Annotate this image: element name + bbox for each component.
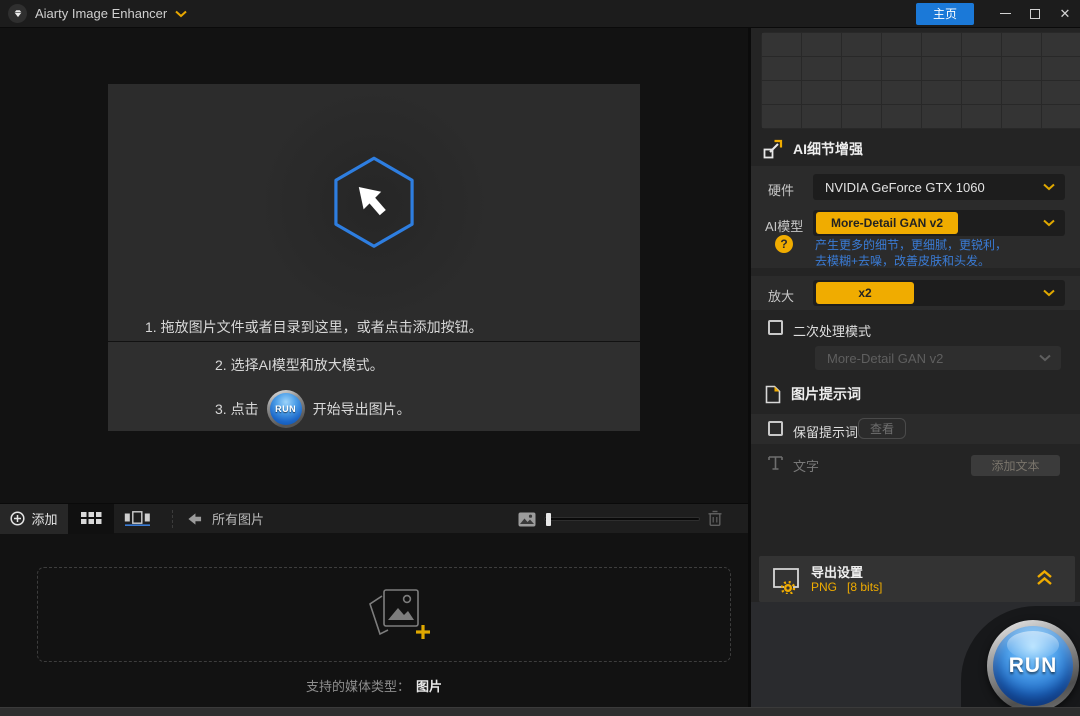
- instruction-step-3-prefix: 3. 点击: [215, 401, 259, 417]
- model-description-line1: 产生更多的细节，更细腻，更锐利，: [815, 238, 1008, 252]
- hardware-value: NVIDIA GeForce GTX 1060: [825, 179, 985, 195]
- supported-media-text: 支持的媒体类型： 图片: [0, 676, 748, 695]
- model-description-line2: 去模糊+去噪，改善皮肤和头发。: [815, 254, 991, 268]
- add-button-label: 添加: [31, 512, 58, 527]
- help-icon[interactable]: ?: [775, 235, 793, 253]
- drop-target-panel[interactable]: 1. 拖放图片文件或者目录到这里，或者点击添加按钮。: [108, 84, 640, 341]
- export-settings-block[interactable]: 导出设置 PNG [8 bits]: [759, 556, 1075, 602]
- keep-prompt-checkbox[interactable]: [768, 421, 783, 436]
- secondary-model-value: More-Detail GAN v2: [827, 350, 944, 366]
- view-prompt-button[interactable]: 查看: [858, 418, 906, 439]
- minimize-button[interactable]: [990, 1, 1020, 27]
- drop-hexagon-icon: [326, 146, 422, 260]
- delete-trash-icon[interactable]: [707, 509, 723, 532]
- chevron-down-icon: [1039, 354, 1051, 362]
- run-button[interactable]: RUN: [987, 620, 1079, 712]
- toolbar-divider: [172, 509, 173, 528]
- supported-media-label: 支持的媒体类型：: [305, 679, 410, 694]
- scale-dropdown[interactable]: x2: [813, 280, 1065, 306]
- slider-thumb[interactable]: [546, 513, 551, 526]
- gallery-toolbar: 添加 所有图片: [0, 503, 748, 534]
- ai-model-label: AI模型: [765, 219, 804, 234]
- chevron-down-icon: [1043, 289, 1055, 297]
- text-tool-icon: [768, 456, 783, 470]
- instruction-step-1: 1. 拖放图片文件或者目录到这里，或者点击添加按钮。: [145, 319, 483, 335]
- text-label: 文字: [793, 459, 820, 474]
- window-bottom-strip: [0, 707, 1080, 716]
- ai-model-dropdown[interactable]: More-Detail GAN v2: [813, 210, 1065, 236]
- hardware-label: 硬件: [768, 183, 795, 198]
- keep-prompt-label: 保留提示词: [793, 425, 859, 440]
- run-button-label: RUN: [1008, 654, 1058, 677]
- app-title: Aiarty Image Enhancer: [35, 6, 168, 21]
- export-format-text: PNG [8 bits]: [811, 580, 882, 594]
- secondary-model-dropdown[interactable]: More-Detail GAN v2: [815, 346, 1061, 370]
- import-drop-zone[interactable]: [37, 567, 731, 662]
- export-settings-icon: [773, 568, 799, 594]
- hardware-dropdown[interactable]: NVIDIA GeForce GTX 1060: [813, 174, 1065, 200]
- scale-value: x2: [816, 282, 914, 304]
- settings-panel: AI细节增强 硬件 NVIDIA GeForce GTX 1060 AI模型 M…: [748, 28, 1080, 716]
- home-button[interactable]: 主页: [916, 2, 974, 25]
- thumbnail-size-control: [518, 504, 700, 534]
- export-settings-title: 导出设置: [811, 565, 864, 580]
- instruction-step-3: 3. 点击 RUN 开始导出图片。: [215, 388, 411, 430]
- prompt-section-title: 图片提示词: [791, 386, 861, 402]
- instructions-panel: 2. 选择AI模型和放大模式。 3. 点击 RUN 开始导出图片。: [108, 342, 640, 431]
- chevron-down-icon: [1043, 219, 1055, 227]
- app-menu-chevron-down-icon[interactable]: [175, 10, 187, 18]
- export-format: PNG: [811, 580, 838, 594]
- thumbnail-size-slider[interactable]: [544, 513, 700, 526]
- back-arrow-icon: [188, 512, 202, 525]
- secondary-mode-checkbox[interactable]: [768, 320, 783, 335]
- run-button-illustration-icon: RUN: [266, 390, 305, 428]
- scale-label: 放大: [768, 289, 795, 304]
- collapse-chevrons-up-icon[interactable]: [1036, 570, 1053, 586]
- maximize-button[interactable]: [1020, 1, 1050, 27]
- ai-model-value: More-Detail GAN v2: [816, 212, 958, 234]
- all-images-label: 所有图片: [212, 512, 265, 527]
- all-images-button[interactable]: 所有图片: [187, 509, 264, 528]
- preview-grid-thumbnail[interactable]: [761, 32, 1080, 129]
- app-window: Aiarty Image Enhancer 主页 ✕ 1. 拖放图片文件或者目录…: [0, 0, 1080, 716]
- ai-enhance-icon: [763, 139, 783, 159]
- ai-enhance-section-header: AI细节增强: [763, 139, 863, 159]
- filmstrip-view-button[interactable]: [114, 504, 160, 534]
- grid-view-icon: [80, 512, 101, 524]
- add-images-icon: [354, 582, 434, 644]
- image-thumbnail-icon: [518, 512, 536, 526]
- add-circle-icon: [10, 511, 26, 526]
- ai-enhance-title: AI细节增强: [793, 141, 863, 157]
- document-icon: [765, 385, 781, 403]
- main-area: 1. 拖放图片文件或者目录到这里，或者点击添加按钮。 2. 选择AI模型和放大模…: [0, 28, 748, 707]
- filmstrip-view-icon: [124, 511, 150, 526]
- grid-view-button[interactable]: [68, 503, 114, 534]
- run-area: RUN: [751, 602, 1080, 716]
- close-button[interactable]: ✕: [1050, 1, 1080, 27]
- supported-media-value: 图片: [416, 679, 443, 694]
- chevron-down-icon: [1043, 183, 1055, 191]
- model-description: 产生更多的细节，更细腻，更锐利， 去模糊+去噪，改善皮肤和头发。: [815, 237, 1007, 269]
- prompt-section-header: 图片提示词: [765, 384, 861, 404]
- secondary-mode-label: 二次处理模式: [793, 324, 872, 339]
- instruction-step-2: 2. 选择AI模型和放大模式。: [215, 357, 384, 373]
- titlebar: Aiarty Image Enhancer 主页 ✕: [0, 0, 1080, 28]
- add-button[interactable]: 添加: [0, 503, 68, 534]
- add-text-button[interactable]: 添加文本: [971, 455, 1060, 476]
- export-bit-depth: [8 bits]: [847, 580, 883, 594]
- instruction-step-3-suffix: 开始导出图片。: [312, 401, 411, 417]
- app-logo-icon: [8, 4, 27, 23]
